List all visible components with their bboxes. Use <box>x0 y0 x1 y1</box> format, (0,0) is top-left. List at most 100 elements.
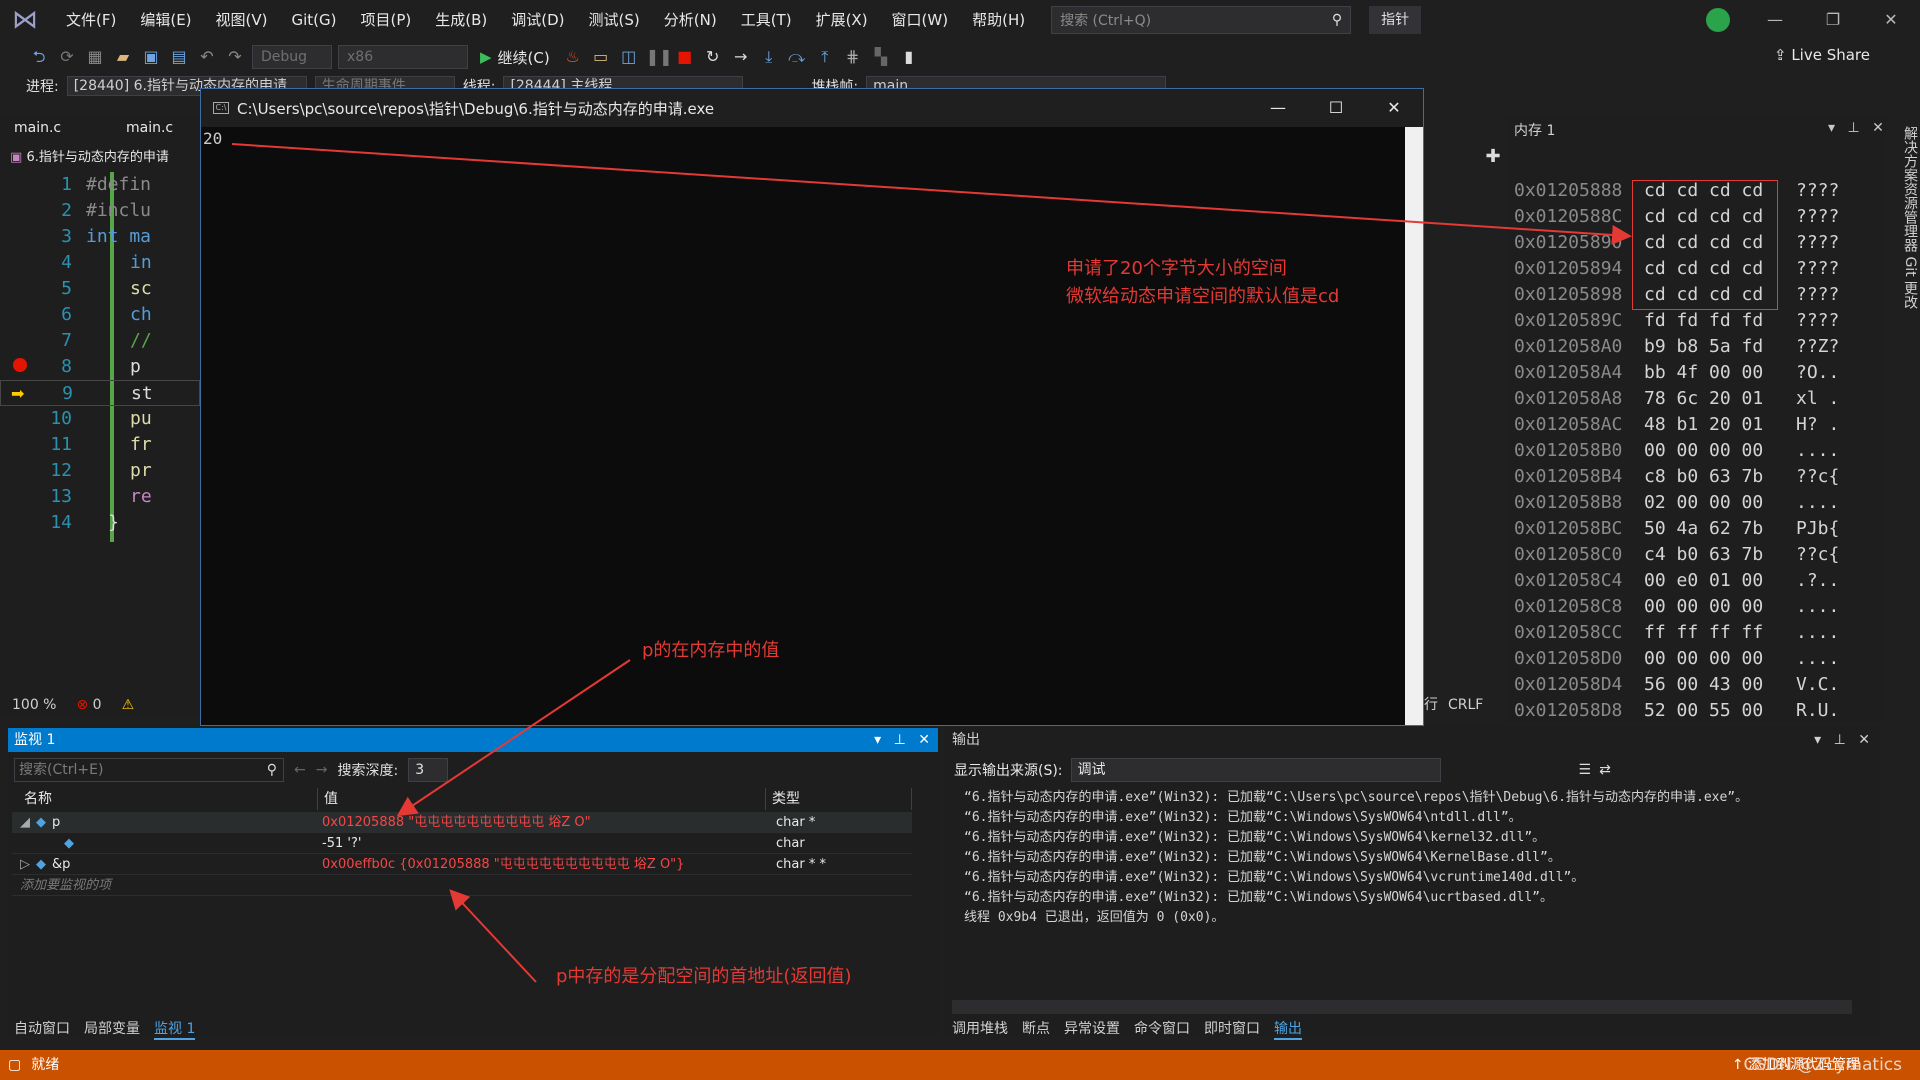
tab-immediate-window[interactable]: 即时窗口 <box>1204 1018 1260 1040</box>
watch-column-type[interactable]: 类型 <box>766 788 912 810</box>
add-memory-column-icon[interactable]: ✚ <box>1480 146 1506 168</box>
memory-row[interactable]: 0x012058B8 02 00 00 00.... <box>1514 490 1839 516</box>
menu-edit[interactable]: 编辑(E) <box>128 0 203 40</box>
memory-row[interactable]: 0x012058D8 52 00 55 00 R.U. <box>1514 698 1839 724</box>
memory-bytes[interactable]: 52 00 55 00 <box>1644 698 1796 724</box>
undo-icon[interactable]: ↶ <box>196 46 218 68</box>
pin-icon[interactable]: ⊥ <box>894 732 906 748</box>
step-out-icon[interactable]: ⤒ <box>814 46 836 68</box>
memory-row[interactable]: 0x012058A8 78 6c 20 01 xl . <box>1514 386 1839 412</box>
console-scrollbar[interactable] <box>1405 127 1423 725</box>
search-input[interactable]: 搜索 (Ctrl+Q) ⚲ <box>1051 6 1352 34</box>
code-line[interactable]: 14} <box>0 510 200 536</box>
memory-bytes[interactable]: bb 4f 00 00 <box>1644 360 1796 386</box>
console-close-button[interactable]: ✕ <box>1365 89 1423 127</box>
output-horizontal-scrollbar[interactable] <box>952 1000 1852 1014</box>
memory-bytes[interactable]: 78 6c 20 01 <box>1644 386 1796 412</box>
code-line[interactable]: 5 sc <box>0 276 200 302</box>
comment-icon[interactable]: ▚ <box>870 46 892 68</box>
code-line[interactable]: 13 re <box>0 484 200 510</box>
memory-row[interactable]: 0x012058C8 00 00 00 00.... <box>1514 594 1839 620</box>
menu-tools[interactable]: 工具(T) <box>729 0 804 40</box>
memory-row[interactable]: 0x012058D0 00 00 00 00.... <box>1514 646 1839 672</box>
menu-analyze[interactable]: 分析(N) <box>652 0 729 40</box>
console-maximize-button[interactable]: ☐ <box>1307 89 1365 127</box>
platform-select[interactable]: x86 <box>338 45 468 69</box>
menu-help[interactable]: 帮助(H) <box>960 0 1037 40</box>
collapse-arrow-icon[interactable]: ◢ <box>20 815 30 830</box>
restart-icon[interactable]: ↻ <box>702 46 724 68</box>
dropdown-icon[interactable]: ▾ <box>874 732 881 748</box>
back-arrow-icon[interactable]: ← <box>294 762 306 778</box>
error-count[interactable]: ⊗ 0 <box>76 697 101 713</box>
watch-panel-controls[interactable]: ▾ ⊥ ✕ <box>874 728 938 752</box>
code-line[interactable]: 1 #defin <box>0 172 200 198</box>
memory-row[interactable]: 0x012058A0 b9 b8 5a fd ??Z? <box>1514 334 1839 360</box>
code-line[interactable]: 8p <box>0 354 200 380</box>
menu-file[interactable]: 文件(F) <box>54 0 128 40</box>
watch-row-address-of-p[interactable]: ▷ ◆ &p 0x00effb0c {0x01205888 "屯屯屯屯屯屯屯屯屯屯 … <box>12 854 912 875</box>
menu-project[interactable]: 项目(P) <box>349 0 424 40</box>
account-avatar[interactable] <box>1706 8 1730 32</box>
memory-bytes[interactable]: ff ff ff ff <box>1644 620 1796 646</box>
memory-bytes[interactable]: 00 e0 01 00 <box>1644 568 1796 594</box>
solution-name-badge[interactable]: 指针 <box>1369 6 1422 34</box>
menu-extensions[interactable]: 扩展(X) <box>804 0 880 40</box>
search-depth-select[interactable]: 3 <box>408 758 449 782</box>
save-all-icon[interactable]: ▤ <box>168 46 190 68</box>
memory-row[interactable]: 0x012058A4 bb 4f 00 00 ?O.. <box>1514 360 1839 386</box>
open-file-icon[interactable]: ▰ <box>112 46 134 68</box>
memory-bytes[interactable]: c8 b0 63 7b <box>1644 464 1796 490</box>
code-line[interactable]: 6 ch <box>0 302 200 328</box>
memory-bytes[interactable]: 56 00 43 00 <box>1644 672 1796 698</box>
pin-icon[interactable]: ⊥ <box>1834 732 1846 748</box>
code-line[interactable]: 2 #inclu <box>0 198 200 224</box>
close-icon[interactable]: ✕ <box>1858 732 1870 748</box>
memory-row[interactable]: 0x012058CC ff ff ff ff.... <box>1514 620 1839 646</box>
step-over-icon[interactable]: ⤼ <box>786 46 808 68</box>
dropdown-icon[interactable]: ▾ <box>1828 120 1835 136</box>
tab-autos[interactable]: 自动窗口 <box>14 1018 70 1040</box>
warning-icon[interactable]: ⚠ <box>122 697 135 713</box>
memory-row[interactable]: 0x012058C4 00 e0 01 00.?.. <box>1514 568 1839 594</box>
memory-row[interactable]: 0x012058D4 56 00 43 00 V.C. <box>1514 672 1839 698</box>
watch-value[interactable]: 0x00effb0c {0x01205888 "屯屯屯屯屯屯屯屯屯屯 﨏Z O"… <box>318 854 770 874</box>
memory-row[interactable]: 0x012058AC 48 b1 20 01 H? . <box>1514 412 1839 438</box>
memory-bytes[interactable]: 00 00 00 00 <box>1644 594 1796 620</box>
watch-row-deref[interactable]: ◆ -51 '?' char <box>12 833 912 854</box>
memory-bytes[interactable]: b9 b8 5a fd <box>1644 334 1796 360</box>
memory-bytes[interactable]: fd fd fd fd <box>1644 308 1796 334</box>
menu-test[interactable]: 测试(S) <box>577 0 652 40</box>
console-title-bar[interactable]: C:\ C:\Users\pc\source\repos\指针\Debug\6.… <box>201 89 1423 127</box>
menu-window[interactable]: 窗口(W) <box>880 0 961 40</box>
redo-icon[interactable]: ↷ <box>224 46 246 68</box>
code-line[interactable]: 11 fr <box>0 432 200 458</box>
close-icon[interactable]: ✕ <box>1872 120 1884 136</box>
word-wrap-icon[interactable]: ⇄ <box>1599 762 1611 778</box>
code-line[interactable]: 7// <box>0 328 200 354</box>
tab-breakpoints[interactable]: 断点 <box>1022 1018 1050 1040</box>
watch-search-input[interactable]: 搜索(Ctrl+E) ⚲ <box>14 758 284 782</box>
close-button[interactable]: ✕ <box>1862 0 1920 40</box>
memory-bytes[interactable]: 48 b1 20 01 <box>1644 412 1796 438</box>
step-into-icon[interactable]: ⤓ <box>758 46 780 68</box>
forward-arrow-icon[interactable]: → <box>316 762 328 778</box>
screenshot-icon[interactable]: ◫ <box>618 46 640 68</box>
continue-button[interactable]: ▶ 继续(C) <box>474 47 556 68</box>
tab-exception-settings[interactable]: 异常设置 <box>1064 1018 1120 1040</box>
back-icon[interactable]: ⮌ <box>28 46 50 68</box>
clear-all-icon[interactable]: ☰ <box>1579 762 1592 778</box>
memory-row[interactable]: 0x012058BC 50 4a 62 7b PJb{ <box>1514 516 1839 542</box>
code-line-current[interactable]: 9st <box>0 380 200 406</box>
watch-add-item-row[interactable]: 添加要监视的项 <box>12 875 912 896</box>
memory-bytes[interactable]: c4 b0 63 7b <box>1644 542 1796 568</box>
console-window[interactable]: C:\ C:\Users\pc\source\repos\指针\Debug\6.… <box>200 88 1424 726</box>
watch-panel-header[interactable]: 监视 1 ▾ ⊥ ✕ <box>8 728 938 752</box>
dropdown-icon[interactable]: ▾ <box>1814 732 1821 748</box>
memory-row[interactable]: 0x012058B4 c8 b0 63 7b ??c{ <box>1514 464 1839 490</box>
code-line[interactable]: 10 pu <box>0 406 200 432</box>
line-ending-indicator[interactable]: 行 CRLF <box>1424 694 1506 716</box>
memory-bytes[interactable]: 50 4a 62 7b <box>1644 516 1796 542</box>
hot-reload-icon[interactable]: ♨ <box>562 46 584 68</box>
watch-column-name[interactable]: 名称 <box>18 788 318 810</box>
